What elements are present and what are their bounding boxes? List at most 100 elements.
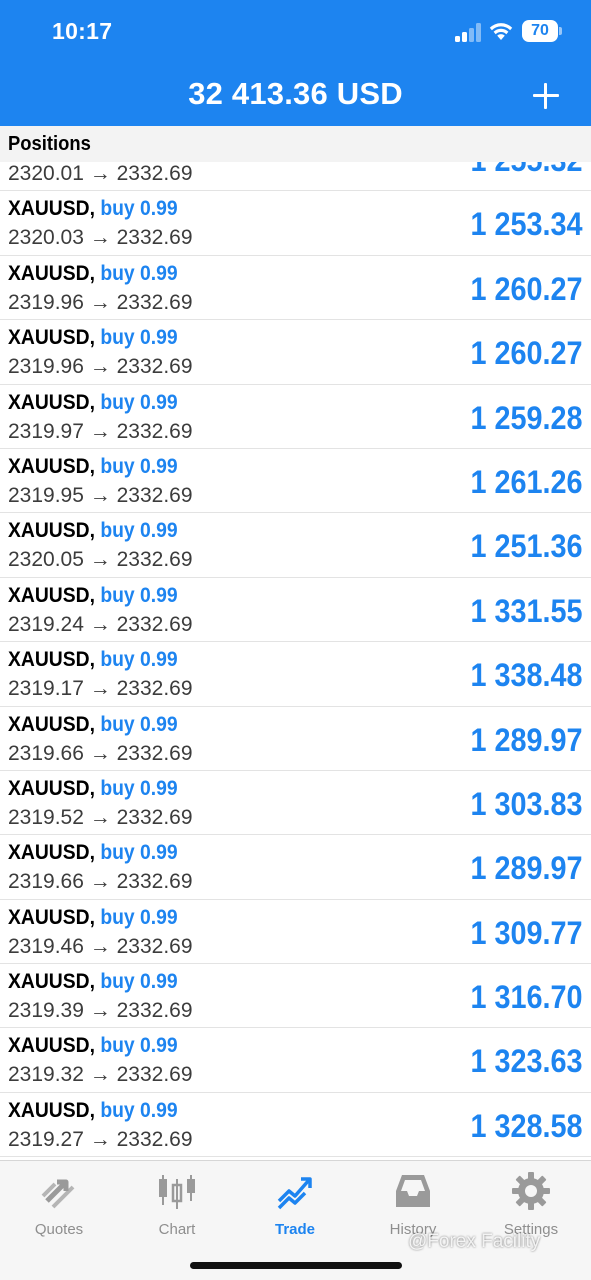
position-prices: 2319.66 → 2332.69 — [8, 870, 193, 894]
position-side-volume: buy 0.99 — [100, 841, 178, 865]
position-row[interactable]: XAUUSD, buy 0.99 2319.39 → 2332.69 1 316.7… — [0, 964, 591, 1029]
current-price: 2332.69 — [116, 548, 193, 572]
position-profit: 1 260.27 — [470, 270, 583, 307]
position-row[interactable]: XAUUSD, buy 0.99 2319.46 → 2332.69 1 309.7… — [0, 900, 591, 965]
current-price: 2332.69 — [116, 612, 193, 636]
wifi-icon — [489, 23, 513, 40]
position-profit: 1 255.32 — [471, 162, 583, 179]
position-prices: 2319.39 → 2332.69 — [8, 999, 193, 1023]
position-profit: 1 251.36 — [470, 528, 583, 565]
position-side-volume: buy 0.99 — [100, 326, 178, 350]
tab-quotes[interactable]: Quotes — [0, 1169, 118, 1239]
battery-cap — [559, 27, 562, 35]
position-side-volume: buy 0.99 — [100, 197, 178, 221]
current-price: 2332.69 — [116, 162, 193, 185]
position-side-volume: buy 0.99 — [100, 648, 178, 672]
position-row[interactable]: XAUUSD, buy 0.99 2319.96 → 2332.69 1 260.2… — [0, 320, 591, 385]
position-symbol-line: XAUUSD, buy 0.99 — [8, 326, 178, 350]
position-row[interactable]: 2320.01 → 2332.69 1 255.32 — [0, 162, 591, 192]
arrow-right-icon: → — [89, 290, 111, 314]
position-prices: 2319.32 → 2332.69 — [8, 1063, 193, 1087]
position-symbol: XAUUSD, — [8, 326, 95, 350]
position-side-volume: buy 0.99 — [100, 261, 178, 285]
open-price: 2319.66 — [8, 741, 84, 765]
tab-trade[interactable]: Trade — [236, 1169, 354, 1239]
positions-list-content: 2320.01 → 2332.69 1 255.32 XAUUSD, buy 0.9… — [0, 162, 591, 1158]
position-symbol: XAUUSD, — [8, 712, 95, 736]
arrow-right-icon: → — [89, 934, 111, 958]
tab-history[interactable]: History — [354, 1169, 472, 1239]
current-price: 2332.69 — [116, 741, 193, 765]
position-profit: 1 331.55 — [470, 592, 583, 629]
position-side-volume: buy 0.99 — [100, 1034, 178, 1058]
open-price: 2320.01 — [8, 162, 84, 185]
tab-settings[interactable]: Settings — [472, 1169, 590, 1239]
position-row[interactable]: XAUUSD, buy 0.99 2320.03 → 2332.69 1 253.3… — [0, 191, 591, 256]
position-row[interactable]: XAUUSD, buy 0.99 2319.52 → 2332.69 1 303.8… — [0, 771, 591, 836]
position-row[interactable]: XAUUSD, buy 0.99 2319.97 → 2332.69 1 259.2… — [0, 385, 591, 449]
position-symbol: XAUUSD, — [8, 776, 95, 800]
open-price: 2319.96 — [8, 355, 84, 379]
plus-icon[interactable] — [530, 80, 562, 112]
arrow-right-icon: → — [89, 355, 111, 379]
position-prices: 2319.95 → 2332.69 — [8, 484, 193, 508]
position-prices: 2319.46 → 2332.69 — [8, 935, 193, 959]
tab-trade-label: Trade — [274, 1221, 316, 1238]
position-symbol-line: XAUUSD, buy 0.99 — [8, 584, 178, 608]
open-price: 2319.46 — [8, 934, 84, 958]
trade-trend-icon — [277, 1177, 312, 1210]
position-row[interactable]: XAUUSD, buy 0.99 2319.24 → 2332.69 1 331.5… — [0, 578, 591, 643]
position-symbol-line: XAUUSD, buy 0.99 — [8, 841, 178, 865]
position-side-volume: buy 0.99 — [100, 712, 178, 736]
position-row[interactable]: XAUUSD, buy 0.99 2319.32 → 2332.69 1 323.6… — [0, 1028, 591, 1093]
current-price: 2332.69 — [116, 1063, 193, 1087]
position-row[interactable]: XAUUSD, buy 0.99 2320.05 → 2332.69 1 251.3… — [0, 513, 591, 578]
position-row[interactable]: XAUUSD, buy 0.99 2319.66 → 2332.69 1 289.9… — [0, 707, 591, 771]
tab-chart[interactable]: Chart — [118, 1169, 236, 1239]
position-symbol-line: XAUUSD, buy 0.99 — [8, 648, 178, 672]
position-side-volume: buy 0.99 — [100, 776, 178, 800]
quotes-arrows-icon — [41, 1179, 75, 1209]
position-symbol: XAUUSD, — [8, 841, 95, 865]
position-profit: 1 323.63 — [470, 1043, 583, 1080]
position-symbol: XAUUSD, — [8, 648, 95, 672]
position-symbol: XAUUSD, — [8, 519, 95, 543]
status-bar: 10:17 70 — [0, 0, 591, 64]
position-row[interactable]: XAUUSD, buy 0.99 2319.95 → 2332.69 1 261.2… — [0, 449, 591, 514]
position-profit: 1 316.70 — [470, 979, 583, 1016]
open-price: 2320.05 — [8, 548, 84, 572]
position-profit: 1 328.58 — [470, 1107, 583, 1144]
open-price: 2319.39 — [8, 999, 84, 1023]
open-price: 2319.27 — [8, 1127, 84, 1151]
position-profit: 1 309.77 — [470, 914, 583, 951]
positions-list[interactable]: 2320.01 → 2332.69 1 255.32 XAUUSD, buy 0.9… — [0, 162, 591, 1160]
position-symbol: XAUUSD, — [8, 1098, 95, 1122]
positions-section-header: Positions — [0, 126, 591, 162]
position-symbol-line: XAUUSD, buy 0.99 — [8, 970, 178, 994]
position-profit: 1 253.34 — [470, 206, 583, 243]
account-balance: 32 413.36 USD — [188, 76, 403, 111]
position-row[interactable]: XAUUSD, buy 0.99 2319.96 → 2332.69 1 260.2… — [0, 256, 591, 321]
position-row[interactable]: XAUUSD, buy 0.99 2319.27 → 2332.69 1 328.5… — [0, 1093, 591, 1158]
current-price: 2332.69 — [116, 290, 193, 314]
position-side-volume: buy 0.99 — [100, 1098, 178, 1122]
position-profit: 1 259.28 — [470, 399, 583, 436]
position-row[interactable]: XAUUSD, buy 0.99 2319.66 → 2332.69 1 289.9… — [0, 835, 591, 900]
position-symbol: XAUUSD, — [8, 1034, 95, 1058]
position-side-volume: buy 0.99 — [100, 454, 178, 478]
position-prices: 2319.66 → 2332.69 — [8, 742, 193, 766]
position-profit: 1 260.27 — [470, 335, 583, 372]
position-side-volume: buy 0.99 — [100, 519, 178, 543]
position-profit: 1 303.83 — [470, 785, 583, 822]
position-prices: 2319.97 → 2332.69 — [8, 420, 193, 444]
position-prices: 2320.03 → 2332.69 — [8, 226, 193, 250]
position-symbol-line: XAUUSD, buy 0.99 — [8, 391, 178, 415]
position-side-volume: buy 0.99 — [100, 905, 178, 929]
open-price: 2319.32 — [8, 1063, 84, 1087]
positions-title: Positions — [8, 133, 91, 155]
current-price: 2332.69 — [116, 999, 193, 1023]
position-row[interactable]: XAUUSD, buy 0.99 2319.17 → 2332.69 1 338.4… — [0, 642, 591, 707]
status-time: 10:17 — [52, 18, 113, 44]
arrow-right-icon: → — [89, 226, 111, 250]
position-profit: 1 289.97 — [470, 721, 583, 758]
